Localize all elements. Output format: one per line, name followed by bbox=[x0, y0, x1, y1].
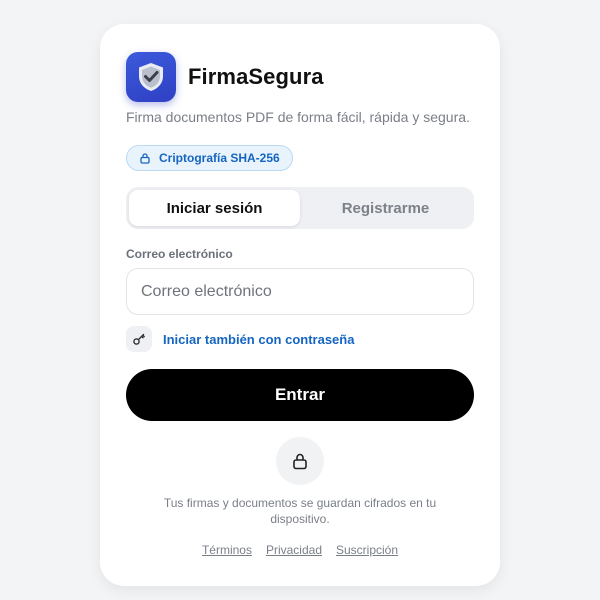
encryption-note: Tus firmas y documentos se guardan cifra… bbox=[163, 496, 437, 526]
badge-label: Criptografía SHA-256 bbox=[159, 151, 280, 165]
submit-button[interactable]: Entrar bbox=[126, 369, 474, 421]
password-login-label: Iniciar también con contraseña bbox=[163, 331, 355, 347]
tab-login[interactable]: Iniciar sesión bbox=[129, 190, 300, 226]
email-label: Correo electrónico bbox=[126, 247, 233, 261]
email-input[interactable] bbox=[126, 268, 474, 315]
brand-header: FirmaSegura bbox=[126, 52, 324, 102]
lock-icon bbox=[140, 153, 150, 164]
app-tagline: Firma documentos PDF de forma fácil, ráp… bbox=[126, 109, 470, 125]
password-login-toggle[interactable]: Iniciar también con contraseña bbox=[126, 326, 354, 352]
app-title: FirmaSegura bbox=[188, 64, 324, 89]
terms-link[interactable]: Términos bbox=[202, 543, 252, 557]
login-card: FirmaSegura Firma documentos PDF de form… bbox=[100, 24, 500, 586]
subscription-link[interactable]: Suscripción bbox=[336, 543, 398, 557]
tab-register[interactable]: Registrarme bbox=[300, 190, 471, 226]
footer-links: Términos Privacidad Suscripción bbox=[100, 543, 500, 557]
security-badge: Criptografía SHA-256 bbox=[126, 145, 293, 171]
auth-tabs: Iniciar sesión Registrarme bbox=[126, 187, 474, 229]
lock-icon bbox=[276, 437, 324, 485]
privacy-link[interactable]: Privacidad bbox=[266, 543, 322, 557]
shield-check-icon bbox=[126, 52, 176, 102]
key-icon bbox=[126, 326, 152, 352]
